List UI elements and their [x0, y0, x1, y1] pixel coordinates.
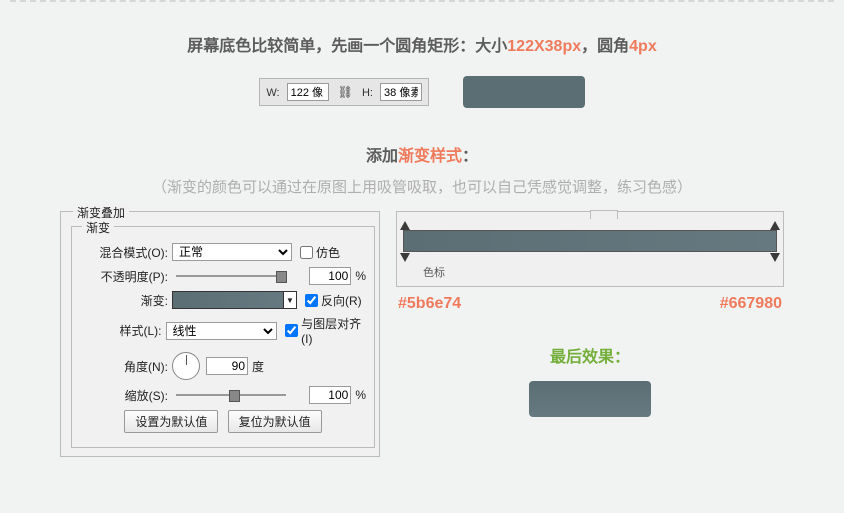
gradient-editor: 色标: [396, 211, 784, 287]
intro-line: 屏幕底色比较简单，先画一个圆角矩形：大小122X38px，圆角4px: [0, 32, 844, 56]
opacity-unit: %: [355, 269, 366, 283]
width-input[interactable]: [287, 83, 329, 101]
style-select[interactable]: 线性: [166, 322, 278, 340]
divider-dashed: [10, 0, 834, 4]
reverse-checkbox[interactable]: [305, 294, 318, 307]
alignlayer-checkbox-wrap[interactable]: 与图层对齐(I): [285, 315, 366, 346]
gradient-label: 渐变:: [80, 292, 168, 309]
opacity-thumb[interactable]: [276, 271, 287, 283]
opacity-stop-left[interactable]: [400, 221, 410, 230]
blendmode-select[interactable]: 正常: [172, 243, 292, 261]
opacity-input[interactable]: [309, 267, 351, 285]
angle-dial[interactable]: [172, 352, 200, 380]
gradient-tip: （渐变的颜色可以通过在原图上用吸管吸取，也可以自己凭感觉调整，练习色感）: [0, 176, 844, 197]
intro-text-b: ，圆角: [581, 38, 629, 55]
scale-slider[interactable]: [176, 388, 303, 402]
opacity-stop-right[interactable]: [770, 221, 780, 230]
gradient-bar[interactable]: [403, 230, 777, 252]
color-stop-right[interactable]: [770, 253, 780, 262]
result-rect-gradient: [529, 381, 651, 417]
dither-checkbox-wrap[interactable]: 仿色: [300, 244, 340, 261]
color-stop-left[interactable]: [400, 253, 410, 262]
hex-row: #5b6e74 #667980: [396, 295, 784, 313]
intro-radius: 4px: [629, 38, 657, 55]
gradient-editor-tab: [590, 210, 618, 219]
gradient-heading-b: 渐变样式: [398, 148, 462, 165]
angle-input[interactable]: [206, 357, 248, 375]
dither-checkbox[interactable]: [300, 246, 313, 259]
opacity-label: 不透明度(P):: [80, 268, 168, 285]
gradient-overlay-panel: 渐变叠加 渐变 混合模式(O): 正常 仿色 不透明度(P):: [60, 211, 380, 457]
hex-left: #5b6e74: [398, 295, 461, 313]
link-icon[interactable]: ⛓: [338, 85, 353, 99]
gradient-heading-c: ：: [462, 148, 478, 165]
scale-label: 缩放(S):: [80, 387, 168, 404]
angle-unit: 度: [252, 358, 264, 375]
reverse-checkbox-wrap[interactable]: 反向(R): [305, 292, 362, 309]
opacity-slider[interactable]: [176, 269, 303, 283]
panel-sublegend: 渐变: [82, 219, 114, 236]
stops-label: 色标: [423, 264, 777, 280]
gradient-heading: 添加渐变样式：: [0, 142, 844, 166]
reverse-label: 反向(R): [321, 292, 362, 309]
alignlayer-checkbox[interactable]: [285, 324, 298, 337]
size-preview-row: W: ⛓ H:: [0, 76, 844, 108]
intro-text-a: 屏幕底色比较简单，先画一个圆角矩形：大小: [187, 38, 507, 55]
scale-input[interactable]: [309, 386, 351, 404]
scale-unit: %: [355, 388, 366, 402]
scale-thumb[interactable]: [229, 390, 240, 402]
result-rect-flat: [463, 76, 585, 108]
angle-label: 角度(N):: [80, 358, 168, 375]
set-default-button[interactable]: 设置为默认值: [124, 410, 218, 433]
alignlayer-label: 与图层对齐(I): [301, 315, 366, 346]
gradient-swatch[interactable]: [172, 291, 284, 309]
gradient-heading-a: 添加: [366, 148, 398, 165]
hex-right: #667980: [720, 295, 782, 313]
final-label: 最后效果：: [550, 349, 630, 366]
h-label: H:: [362, 87, 373, 99]
w-label: W:: [266, 87, 279, 99]
reset-default-button[interactable]: 复位为默认值: [228, 410, 322, 433]
height-input[interactable]: [380, 83, 422, 101]
wh-panel: W: ⛓ H:: [259, 78, 429, 106]
blendmode-label: 混合模式(O):: [80, 244, 168, 261]
gradient-dropdown-icon[interactable]: ▼: [284, 291, 297, 309]
intro-size: 122X38px: [507, 38, 581, 55]
dither-label: 仿色: [316, 244, 340, 261]
style-label: 样式(L):: [80, 322, 162, 339]
